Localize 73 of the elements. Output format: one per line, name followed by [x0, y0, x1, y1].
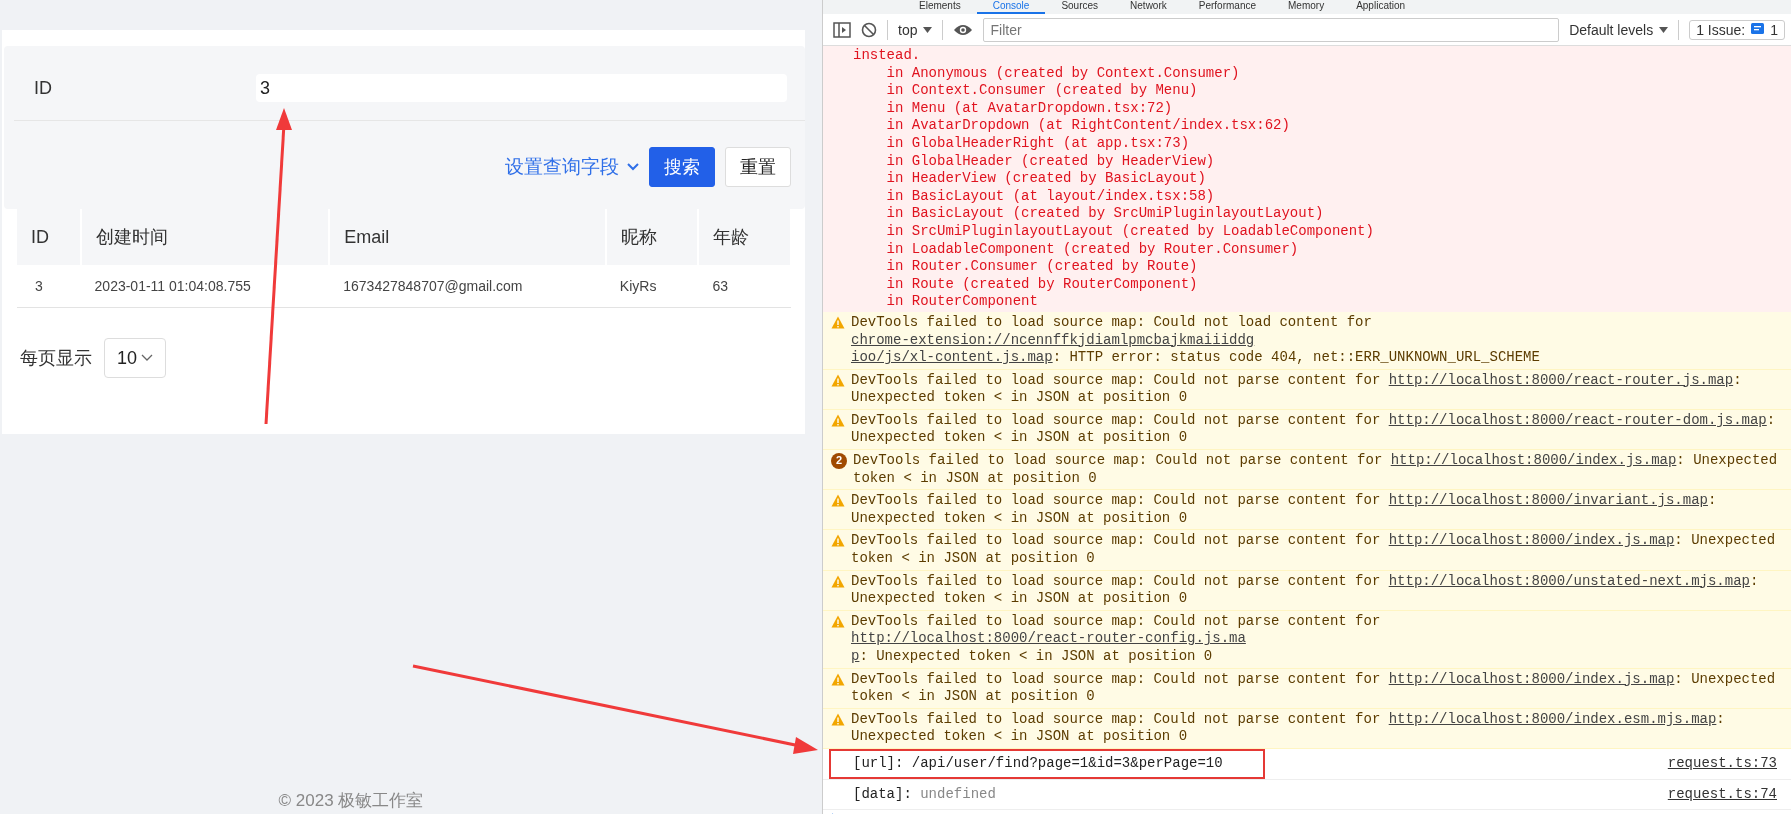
source-map-link[interactable]: ioo/js/xl-content.js.map	[851, 349, 1053, 366]
dropdown-triangle-icon	[1659, 26, 1669, 33]
source-map-link[interactable]: http://localhost:8000/invariant.js.map	[1388, 492, 1708, 509]
warning-message: DevTools failed to load source map: Could not parse content for http://localhost:8000/react-router.js.map: Unexpected token < in JSON at position 0	[851, 371, 1743, 407]
warning-icon	[831, 534, 845, 548]
warning-message: DevTools failed to load source map: Could not parse content for http://localhost:8000/react-router-dom.js.map: Unexpected token < in JSON at position 0	[851, 411, 1777, 448]
warning-message: DevTools failed to load source map: Could not parse content for http://localhost:8000/unstated-next.mjs.map: Unexpected token < in JSON at position 0	[851, 572, 1760, 608]
query-fields-link[interactable]: 设置查询字段	[505, 154, 639, 180]
warning-icon	[831, 373, 845, 387]
table-cell: 3	[17, 265, 81, 308]
warning-message: DevTools failed to load source map: Could not load content for chrome-extension://ncennffkjdiamlpmcbajkmaiiiddg ioo/js/xl-content.js.map: HTTP error: status code 404, net::ERR_UNKNOWN_URL_SCHEME	[851, 313, 1541, 367]
log-message: [data]: undefined	[852, 784, 997, 804]
page-size-select[interactable]: 10	[104, 338, 167, 378]
sidebar-toggle-icon[interactable]	[833, 21, 851, 38]
warning-icon	[831, 315, 845, 329]
source-map-link[interactable]: chrome-extension://ncennffkjdiamlpmcbajkmaiiiddg	[851, 331, 1255, 348]
id-input-field[interactable]: 3	[256, 74, 787, 102]
copyright-footer: © 2023 极敏工作室	[0, 789, 822, 812]
warning-message: DevTools failed to load source map: Could not parse content for http://localhost:8000/react-router-config.js.ma p: Unexpected token < in JSON at position 0	[851, 612, 1382, 666]
column-header: 昵称	[605, 209, 699, 265]
warning-message: DevTools failed to load source map: Could not parse content for http://localhost:8000/index.js.map: Unexpected token < in JSON at position 0	[853, 452, 1779, 488]
warning-icon	[831, 712, 845, 726]
warning-message: DevTools failed to load source map: Could not parse content for http://localhost:8000/invariant.js.map: Unexpected token < in JSON at position 0	[851, 492, 1718, 528]
column-header: Email	[329, 209, 606, 265]
highlighted-log-message: [url]: /api/user/find?page=1&id=3&perPage=10	[829, 748, 1265, 779]
dropdown-triangle-icon	[923, 26, 933, 33]
source-map-link[interactable]: http://localhost:8000/index.js.map	[1388, 670, 1675, 687]
search-button[interactable]: 搜索	[649, 147, 715, 187]
warning-message: DevTools failed to load source map: Could not parse content for http://localhost:8000/index.js.map: Unexpected token < in JSON at position 0	[851, 670, 1777, 706]
table-cell: KiyRs	[605, 265, 699, 308]
eye-icon[interactable]	[953, 22, 974, 37]
warning-message: DevTools failed to load source map: Could not parse content for http://localhost:8000/index.esm.mjs.map: Unexpected token < in JSON at position 0	[851, 710, 1726, 746]
table-cell: 63	[698, 265, 791, 308]
table-cell: 2023-01-11 01:04:08.755	[80, 265, 330, 308]
warning-icon	[831, 574, 845, 588]
source-map-link[interactable]: http://localhost:8000/react-router.js.map	[1388, 371, 1734, 388]
filter-input[interactable]: Filter	[983, 17, 1560, 42]
source-map-link[interactable]: http://localhost:8000/index.js.map	[1390, 452, 1677, 469]
devtools-tab[interactable]: Elements	[903, 0, 977, 14]
devtools-tab[interactable]: Network	[1114, 0, 1183, 14]
source-map-link[interactable]: http://localhost:8000/index.js.map	[1388, 532, 1675, 549]
column-header: ID	[17, 209, 81, 265]
devtools-tab[interactable]: Application	[1340, 0, 1422, 14]
issues-button[interactable]: 1 Issue: 1	[1689, 19, 1785, 40]
devtools-tab[interactable]: Sources	[1045, 0, 1115, 14]
source-link[interactable]: request.ts:73	[1667, 754, 1777, 773]
devtools-tab[interactable]: Memory	[1272, 0, 1341, 14]
repeat-count-badge: 2	[831, 453, 847, 470]
clear-console-icon[interactable]	[861, 21, 877, 38]
field-label: ID	[34, 77, 53, 99]
source-map-link[interactable]: p	[851, 648, 860, 664]
warning-message: DevTools failed to load source map: Could not parse content for http://localhost:8000/index.js.map: Unexpected token < in JSON at position 0	[851, 532, 1777, 568]
reset-button[interactable]: 重置	[725, 147, 791, 187]
message-icon	[1751, 23, 1765, 36]
column-header: 创建时间	[80, 209, 330, 265]
warning-icon	[831, 672, 845, 686]
chevron-down-icon	[141, 354, 154, 362]
source-link[interactable]: request.ts:74	[1667, 785, 1777, 804]
chevron-down-icon	[627, 163, 639, 171]
column-header: 年龄	[698, 209, 791, 265]
source-map-link[interactable]: http://localhost:8000/unstated-next.mjs.map	[1388, 572, 1750, 589]
table-cell: 1673427848707@gmail.com	[329, 265, 606, 308]
warning-icon	[831, 494, 845, 508]
source-map-link[interactable]: http://localhost:8000/react-router-dom.js.map	[1388, 411, 1767, 428]
warning-icon	[831, 413, 845, 427]
devtools-tab[interactable]: Performance	[1182, 0, 1272, 14]
source-map-link[interactable]: http://localhost:8000/index.esm.mjs.map	[1388, 710, 1717, 727]
context-dropdown[interactable]: top	[898, 21, 933, 38]
error-message: instead. in Anonymous (created by Context.Consumer) in Context.Consumer (created by Menu) in Menu (at AvatarDropdown.tsx:72) in AvatarDropdown (at RightContent/index.tsx:62) in GlobalHeaderRight (at app.tsx:73) in GlobalHeader (created by HeaderView) in HeaderView (created by BasicLayout) in BasicLayout (at layout/index.tsx:58) in BasicLayout (created by SrcUmiPluginlayoutLayout) in SrcUmiPluginlayoutLayout (created by LoadableComponent) in LoadableComponent (created by Router.Consumer) in Router.Consumer (created by Route) in Route (created by RouterComponent) in RouterComponent	[823, 46, 1791, 312]
warning-icon	[831, 614, 845, 628]
log-levels-dropdown[interactable]: Default levels	[1569, 21, 1669, 38]
page-size-label: 每页显示	[20, 347, 92, 370]
source-map-link[interactable]: http://localhost:8000/react-router-config.js.ma	[851, 630, 1246, 647]
